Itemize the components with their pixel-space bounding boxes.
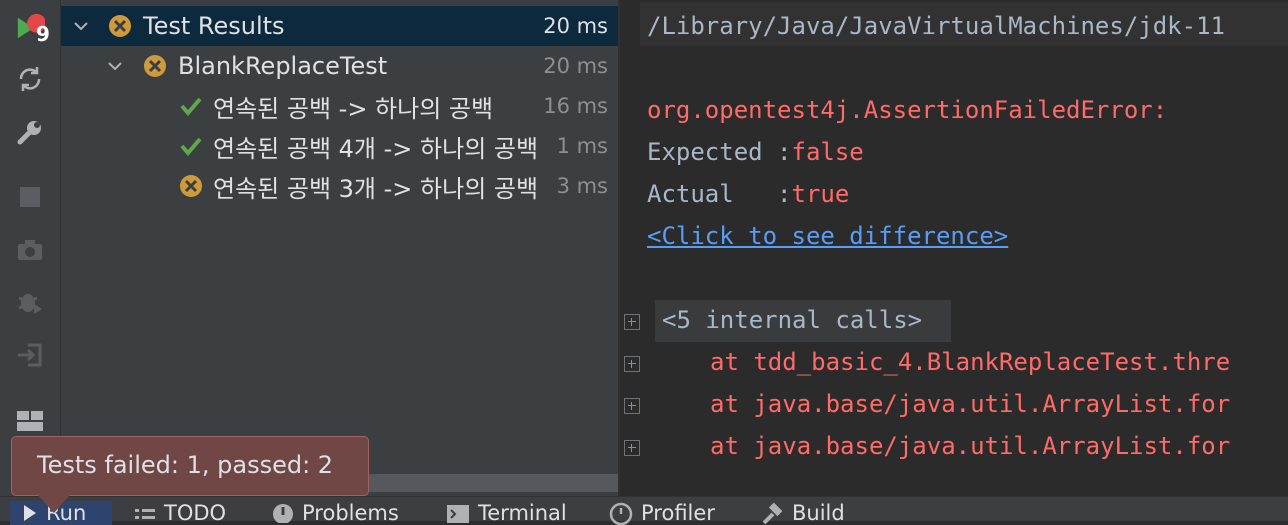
- tab-label: Terminal: [478, 501, 567, 525]
- tab-label: TODO: [164, 501, 227, 525]
- run-icon: [24, 505, 36, 521]
- console-output: /Library/Java/JavaVirtualMachines/jdk-11…: [620, 0, 1288, 496]
- tab-label: Problems: [302, 501, 399, 525]
- left-toolbar: 9: [0, 0, 61, 496]
- tree-row-label: BlankReplaceTest: [178, 52, 388, 80]
- layout-icon[interactable]: [15, 405, 45, 435]
- tooltip-text: Tests failed: 1, passed: 2: [37, 451, 334, 479]
- todo-list-icon: [135, 509, 155, 519]
- passed-check-icon: [180, 97, 202, 117]
- debug-icon[interactable]: [15, 287, 45, 317]
- failed-status-icon: [180, 175, 202, 197]
- tab-profiler[interactable]: Profiler: [609, 501, 715, 525]
- tree-row-test-case[interactable]: 연속된 공백 4개 -> 하나의 공백 1 ms: [61, 126, 618, 166]
- test-tree-panel: Test Results 20 ms BlankReplaceTest 20 m…: [61, 0, 669, 496]
- tree-row-label: 연속된 공백 4개 -> 하나의 공백: [213, 134, 539, 163]
- hammer-icon: [762, 502, 783, 525]
- assertion-error-line: org.opentest4j.AssertionFailedError:: [647, 96, 1168, 124]
- tree-row-time: 20 ms: [543, 14, 608, 38]
- tree-row-label: 연속된 공백 -> 하나의 공백: [213, 94, 494, 123]
- stop-icon[interactable]: [15, 182, 45, 212]
- tree-row-blank-replace-test[interactable]: BlankReplaceTest 20 ms: [61, 46, 618, 86]
- java-path-line: /Library/Java/JavaVirtualMachines/jdk-11: [647, 12, 1225, 40]
- tree-row-test-case[interactable]: 연속된 공백 -> 하나의 공백 16 ms: [61, 86, 618, 126]
- actual-line: Actual :true: [647, 174, 849, 214]
- tree-row-time: 1 ms: [556, 134, 608, 158]
- failed-status-icon: [144, 55, 166, 77]
- chevron-down-icon[interactable]: [107, 58, 123, 74]
- tree-row-label: Test Results: [143, 12, 285, 40]
- fold-expand-icon[interactable]: [624, 440, 640, 456]
- snapshot-icon[interactable]: [15, 235, 45, 265]
- bottom-tool-bar: Run TODO Problems Terminal Profiler Buil…: [0, 496, 1288, 525]
- expected-line: Expected :false: [647, 132, 864, 172]
- click-to-see-difference-link[interactable]: <Click to see difference>: [647, 216, 1008, 256]
- tree-row-label: 연속된 공백 3개 -> 하나의 공백: [213, 174, 539, 203]
- rerun-icon[interactable]: 9: [15, 12, 50, 46]
- tooltip-tail: [38, 495, 70, 513]
- tab-label: Build: [792, 501, 845, 525]
- tests-result-tooltip: Tests failed: 1, passed: 2: [11, 436, 369, 513]
- tree-row-time: 3 ms: [556, 174, 608, 198]
- stack-trace-line[interactable]: at tdd_basic_4.BlankReplaceTest.thre: [710, 342, 1230, 382]
- rerun-failed-icon[interactable]: [15, 64, 45, 94]
- tree-row-test-results[interactable]: Test Results 20 ms: [61, 6, 618, 46]
- tab-build[interactable]: Build: [760, 501, 845, 525]
- tab-label: Profiler: [641, 501, 715, 525]
- passed-check-icon: [180, 137, 202, 157]
- tree-row-time: 16 ms: [543, 94, 608, 118]
- failed-status-icon: [109, 15, 131, 37]
- profiler-icon: [609, 502, 633, 525]
- tab-problems[interactable]: Problems: [272, 501, 399, 525]
- expected-label: Expected :: [647, 138, 792, 166]
- expected-value: false: [791, 138, 864, 166]
- fold-expand-icon[interactable]: [624, 356, 640, 372]
- settings-icon[interactable]: [15, 117, 45, 147]
- rerun-badge: 9: [36, 22, 50, 46]
- actual-value: true: [791, 180, 850, 208]
- tab-terminal[interactable]: Terminal: [446, 501, 567, 525]
- import-icon[interactable]: [15, 340, 45, 370]
- stack-trace-line[interactable]: at java.base/java.util.ArrayList.for: [710, 426, 1230, 466]
- internal-calls-fold[interactable]: <5 internal calls>: [662, 300, 922, 340]
- chevron-down-icon[interactable]: [73, 18, 89, 34]
- fold-expand-icon[interactable]: [624, 314, 640, 330]
- tab-todo[interactable]: TODO: [134, 501, 226, 525]
- fold-expand-icon[interactable]: [624, 398, 640, 414]
- tree-row-time: 20 ms: [543, 54, 608, 78]
- tree-row-test-case[interactable]: 연속된 공백 3개 -> 하나의 공백 3 ms: [61, 166, 618, 206]
- stack-trace-line[interactable]: at java.base/java.util.ArrayList.for: [710, 384, 1230, 424]
- actual-label: Actual :: [647, 180, 792, 208]
